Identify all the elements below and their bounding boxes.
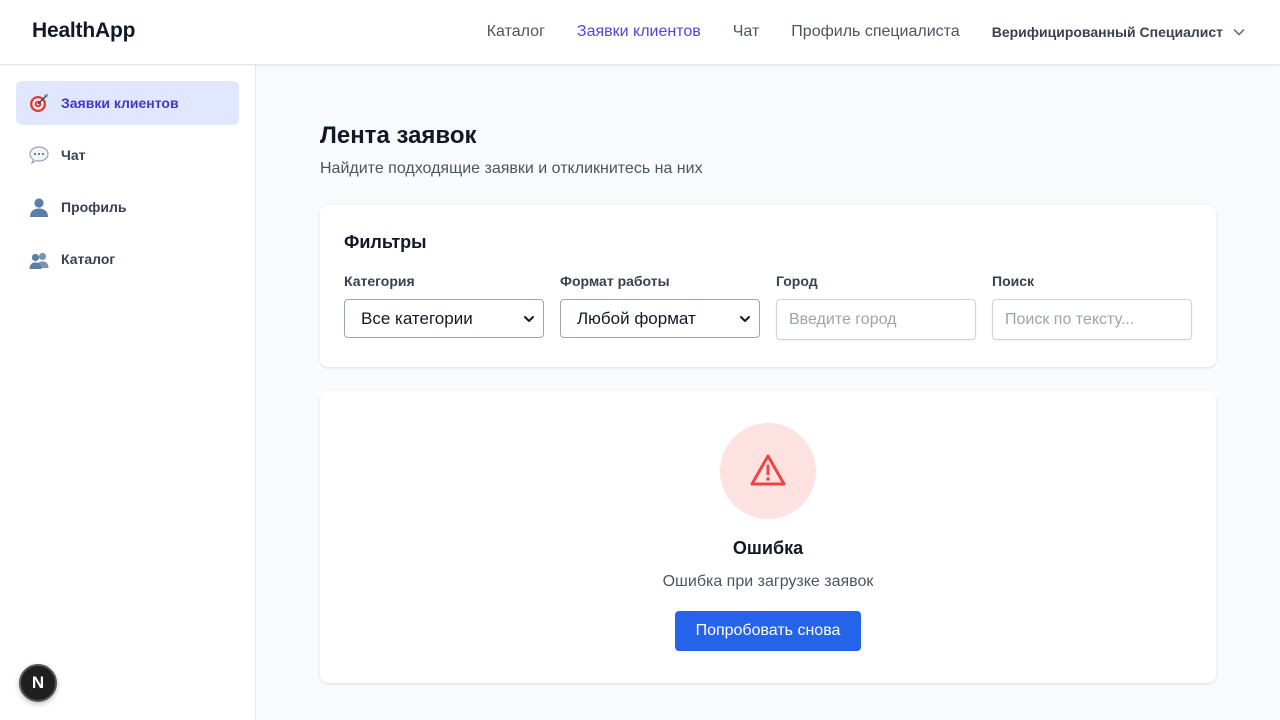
topnav-catalog-link[interactable]: Каталог: [487, 23, 545, 41]
retry-button[interactable]: Попробовать снова: [675, 611, 861, 651]
sidebar: Заявки клиентов Чат Профиль Каталог: [0, 65, 256, 720]
page-subtitle: Найдите подходящие заявки и откликнитесь…: [320, 160, 703, 177]
category-label: Категория: [344, 273, 415, 289]
search-filter: Поиск Поиск по тексту...: [992, 273, 1192, 340]
topnav-client-requests-link[interactable]: Заявки клиентов: [577, 23, 701, 41]
city-label: Город: [776, 273, 818, 289]
city-filter: Город Введите город: [776, 273, 976, 340]
sidebar-item-label: Профиль: [61, 199, 127, 215]
filter-row: Категория Все категории Формат работы Лю…: [344, 273, 1192, 340]
search-input[interactable]: Поиск по тексту...: [992, 299, 1192, 340]
sidebar-item-catalog[interactable]: Каталог: [16, 237, 239, 281]
search-label: Поиск: [992, 273, 1035, 289]
error-message: Ошибка при загрузке заявок: [662, 573, 874, 590]
sidebar-item-label: Заявки клиентов: [61, 95, 179, 111]
format-select[interactable]: Любой формат: [560, 299, 760, 338]
users-icon: [28, 248, 50, 270]
format-label: Формат работы: [560, 273, 670, 289]
sidebar-item-label: Чат: [61, 147, 86, 163]
category-select-value: Все категории: [361, 308, 473, 328]
chevron-down-icon: [740, 315, 750, 322]
chevron-down-icon: [1233, 29, 1245, 36]
user-menu-label: Верифицированный Специалист: [991, 24, 1223, 40]
category-select[interactable]: Все категории: [344, 299, 544, 338]
page-title: Лента заявок: [320, 122, 477, 149]
sidebar-item-label: Каталог: [61, 251, 116, 267]
category-filter: Категория Все категории: [344, 273, 544, 340]
speech-bubble-icon: [28, 144, 50, 166]
error-card: Ошибка Ошибка при загрузке заявок Попроб…: [320, 391, 1216, 683]
app-logo[interactable]: HealthApp: [32, 19, 135, 43]
top-navbar: HealthApp Каталог Заявки клиентов Чат Пр…: [0, 0, 1280, 65]
user-menu-button[interactable]: Верифицированный Специалист: [992, 24, 1246, 40]
topnav-chat-link[interactable]: Чат: [733, 23, 760, 41]
sidebar-item-client-requests[interactable]: Заявки клиентов: [16, 81, 239, 125]
user-icon: [28, 196, 50, 218]
warning-icon: [720, 423, 816, 519]
format-filter: Формат работы Любой формат: [560, 273, 760, 340]
topnav-specialist-profile-link[interactable]: Профиль специалиста: [791, 23, 959, 41]
city-input[interactable]: Введите город: [776, 299, 976, 340]
filters-card: Фильтры Категория Все категории Формат р…: [320, 205, 1216, 367]
error-title: Ошибка: [732, 538, 804, 558]
sidebar-item-chat[interactable]: Чат: [16, 133, 239, 177]
dev-tools-badge[interactable]: N: [19, 664, 57, 702]
filters-title: Фильтры: [344, 232, 427, 252]
chevron-down-icon: [524, 315, 534, 322]
top-nav: Каталог Заявки клиентов Чат Профиль спец…: [455, 0, 1246, 64]
sidebar-item-profile[interactable]: Профиль: [16, 185, 239, 229]
target-icon: [28, 92, 50, 114]
format-select-value: Любой формат: [577, 308, 696, 328]
